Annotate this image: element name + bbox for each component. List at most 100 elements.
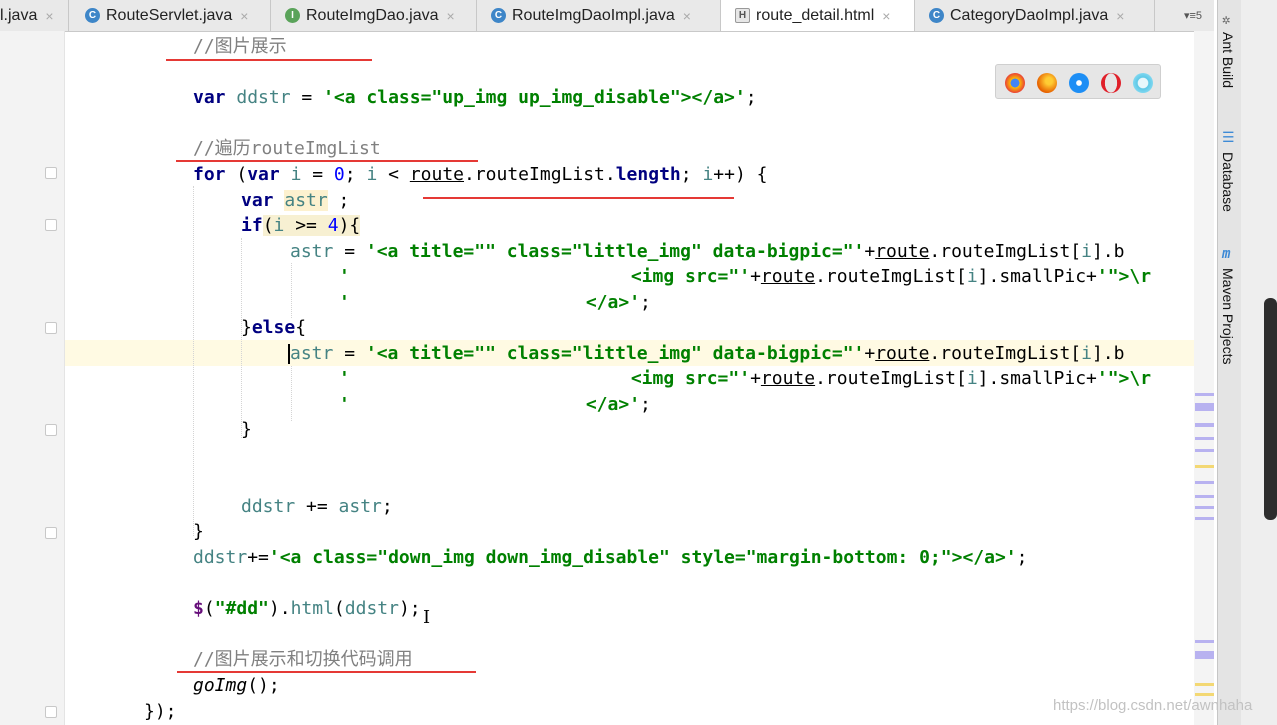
fold-marker-icon[interactable] <box>45 424 57 436</box>
ant-icon: ✲ <box>1222 12 1231 28</box>
html-file-icon: H <box>735 8 750 23</box>
marker-mark[interactable] <box>1195 393 1214 396</box>
marker-mark[interactable] <box>1195 640 1214 643</box>
marker-mark[interactable] <box>1195 495 1214 498</box>
punctuation: ; <box>745 87 757 108</box>
punctuation: ; <box>327 190 350 211</box>
close-icon[interactable]: × <box>1116 8 1124 24</box>
code-line: }else{ <box>241 315 306 341</box>
punctuation: ( <box>203 598 215 619</box>
database-icon: ☰ <box>1222 130 1235 146</box>
marker-mark[interactable] <box>1195 693 1214 696</box>
keyword: length <box>615 164 681 185</box>
marker-mark[interactable] <box>1195 423 1214 427</box>
punctuation: ( <box>225 164 248 185</box>
marker-mark[interactable] <box>1195 683 1214 686</box>
tab-route-servlet[interactable]: C RouteServlet.java × <box>69 0 271 31</box>
code-line: var ddstr = '<a class="up_img up_img_dis… <box>193 85 757 111</box>
tab-route-img-dao[interactable]: I RouteImgDao.java × <box>271 0 477 31</box>
tab-category-dao-impl[interactable]: C CategoryDaoImpl.java × <box>915 0 1155 31</box>
opera-icon[interactable] <box>1101 73 1121 93</box>
tab-route-img-dao-impl[interactable]: C RouteImgDaoImpl.java × <box>477 0 721 31</box>
outer-scrollbar-thumb[interactable] <box>1264 298 1277 520</box>
marker-mark[interactable] <box>1195 465 1214 468</box>
tab-label: RouteImgDaoImpl.java <box>512 6 675 24</box>
variable: route <box>875 241 930 262</box>
marker-mark[interactable] <box>1195 506 1214 509</box>
marker-mark[interactable] <box>1195 437 1214 440</box>
chrome-icon[interactable] <box>1005 73 1025 93</box>
property: .routeImgList[ <box>815 266 967 287</box>
marker-mark[interactable] <box>1195 449 1214 452</box>
editor-gutter <box>0 31 65 725</box>
annotation-underline <box>423 197 734 199</box>
code-line: } <box>241 417 252 443</box>
keyword: var <box>247 164 280 185</box>
fold-marker-icon[interactable] <box>45 219 57 231</box>
tab-route-detail-html[interactable]: H route_detail.html × <box>721 0 915 31</box>
property: ].b <box>1091 241 1125 262</box>
marker-mark[interactable] <box>1195 651 1214 659</box>
indent-guide <box>291 366 292 421</box>
code-line: //图片展示和切换代码调用 <box>193 647 413 673</box>
property: .routeImgList[ <box>929 343 1082 364</box>
number-literal: 0 <box>333 164 345 185</box>
class-icon: C <box>491 8 506 23</box>
variable: astr <box>290 241 334 262</box>
database-tab[interactable]: Database <box>1220 152 1236 212</box>
close-icon[interactable]: × <box>240 8 248 24</box>
code-line: ddstr += astr; <box>241 494 393 520</box>
tab-label: RouteServlet.java <box>106 6 233 24</box>
string-literal: '<a title="" class="little_img" data-big… <box>365 241 865 262</box>
code-line: var astr ; <box>241 188 349 214</box>
safari-icon[interactable] <box>1069 73 1089 93</box>
code-line: $("#dd").html(ddstr); <box>193 596 421 622</box>
text-cursor <box>288 344 290 364</box>
punctuation: (); <box>247 675 280 696</box>
punctuation: { <box>295 317 307 338</box>
close-icon[interactable]: × <box>447 8 455 24</box>
class-icon: C <box>85 8 100 23</box>
marker-mark[interactable] <box>1195 517 1214 520</box>
code-line: ' </a>'; <box>339 290 651 316</box>
fold-marker-icon[interactable] <box>45 706 57 718</box>
fold-marker-icon[interactable] <box>45 322 57 334</box>
punctuation: ). <box>268 598 291 619</box>
code-line: if(i >= 4){ <box>241 213 361 239</box>
string-literal: ' <box>339 394 350 415</box>
marker-mark[interactable] <box>1195 481 1214 484</box>
maven-projects-tab[interactable]: Maven Projects <box>1220 268 1236 364</box>
tab-java-file[interactable]: l.java × <box>0 0 69 31</box>
annotation-underline <box>166 59 372 61</box>
punctuation: } <box>241 419 252 440</box>
close-icon[interactable]: × <box>882 8 890 24</box>
string-literal: <img src="' <box>630 266 751 287</box>
variable: astr <box>284 190 328 211</box>
close-icon[interactable]: × <box>45 8 53 24</box>
operator: += <box>295 496 339 517</box>
code-editor[interactable]: //图片展示 var ddstr = '<a class="up_img up_… <box>65 31 1214 725</box>
variable: astr <box>338 496 382 517</box>
marker-mark[interactable] <box>1195 403 1214 411</box>
ant-build-tab[interactable]: Ant Build <box>1220 32 1236 88</box>
operator: + <box>864 241 876 262</box>
fold-marker-icon[interactable] <box>45 527 57 539</box>
variable: astr <box>290 343 334 364</box>
tab-overflow-menu[interactable]: ▾≡5 <box>1172 0 1214 31</box>
property: .routeImgList. <box>464 164 616 185</box>
close-icon[interactable]: × <box>683 8 691 24</box>
fold-marker-icon[interactable] <box>45 167 57 179</box>
variable: i <box>290 164 302 185</box>
variable: i <box>273 215 285 236</box>
tab-label: CategoryDaoImpl.java <box>950 6 1109 24</box>
variable: route <box>409 164 464 185</box>
annotation-underline <box>177 671 476 673</box>
string-literal: '">\r <box>1096 368 1152 389</box>
variable: route <box>760 266 816 287</box>
string-literal: "#dd" <box>214 598 269 619</box>
ie-icon[interactable] <box>1133 73 1153 93</box>
marker-stripe[interactable] <box>1194 31 1214 725</box>
comment: //图片展示 <box>193 36 287 57</box>
firefox-icon[interactable] <box>1037 73 1057 93</box>
punctuation: }); <box>144 701 177 722</box>
